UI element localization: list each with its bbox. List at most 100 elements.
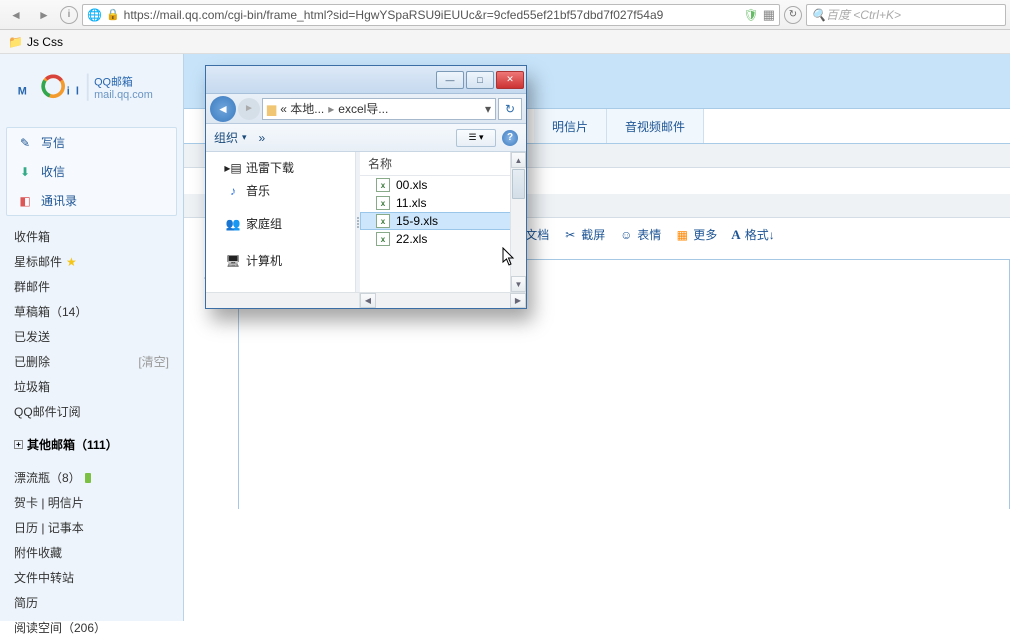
tree-computer[interactable]: 🖥计算机: [206, 249, 355, 272]
star-icon: ★: [66, 255, 77, 269]
file-name: 15-9.xls: [396, 214, 438, 228]
xls-icon: x: [376, 178, 390, 192]
file-item[interactable]: x 22.xls: [360, 230, 526, 248]
more-toolbar[interactable]: »: [259, 131, 266, 145]
receive-action[interactable]: ⬇收信: [7, 157, 176, 186]
scissors-icon: ✂: [563, 228, 577, 242]
contacts-action[interactable]: ◧通讯录: [7, 186, 176, 215]
scroll-left-icon[interactable]: ◀: [360, 293, 376, 308]
folder-sent[interactable]: 已发送: [14, 324, 169, 349]
column-name[interactable]: 名称: [360, 152, 526, 176]
file-name: 22.xls: [396, 232, 427, 246]
xls-icon: x: [376, 214, 390, 228]
scroll-right-icon[interactable]: ▶: [510, 293, 526, 308]
folder-deleted[interactable]: 已删除[清空]: [14, 349, 169, 374]
svg-text:M: M: [18, 85, 27, 97]
close-button[interactable]: ✕: [496, 71, 524, 89]
svg-text:i: i: [67, 85, 70, 97]
emoji[interactable]: ☺表情: [619, 226, 661, 243]
folder-trash[interactable]: 垃圾箱: [14, 374, 169, 399]
computer-icon: 🖥: [226, 254, 240, 268]
calendar[interactable]: 日历 | 记事本: [14, 515, 169, 540]
green-dot-icon: [85, 473, 91, 483]
horizontal-scrollbar[interactable]: ◀ ▶: [206, 292, 526, 308]
pencil-icon: ✎: [17, 136, 33, 150]
file-name: 00.xls: [396, 178, 427, 192]
dialog-breadcrumb[interactable]: ▆ « 本地... ▸ excel导... ▾: [262, 98, 496, 120]
lock-icon: 🔒: [106, 8, 120, 21]
tree-xunlei[interactable]: ▸▤迅雷下载: [206, 156, 355, 179]
more[interactable]: ▦更多: [675, 226, 717, 243]
url-bar[interactable]: 🌐 🔒 https://mail.qq.com/cgi-bin/frame_ht…: [82, 4, 780, 26]
globe-icon: 🌐: [87, 8, 102, 22]
compose-action[interactable]: ✎写信: [7, 128, 176, 157]
folder-group[interactable]: 群邮件: [14, 274, 169, 299]
tab-av-mail[interactable]: 音视频邮件: [607, 109, 704, 143]
maximize-button[interactable]: □: [466, 71, 494, 89]
dialog-back-button[interactable]: ◄: [210, 96, 236, 122]
bottle[interactable]: 漂流瓶（8）: [14, 465, 169, 490]
tree-homegroup[interactable]: 👥家庭组: [206, 212, 355, 235]
scroll-up-icon[interactable]: ▲: [511, 152, 526, 168]
xls-icon: x: [376, 196, 390, 210]
bookmark-item[interactable]: Js Css: [27, 35, 63, 49]
minimize-button[interactable]: —: [436, 71, 464, 89]
svg-text:l: l: [76, 85, 79, 97]
folder-starred[interactable]: 星标邮件★: [14, 249, 169, 274]
dialog-nav: ◄ ► ▆ « 本地... ▸ excel导... ▾ ↻: [206, 94, 526, 124]
file-name: 11.xls: [396, 196, 426, 210]
forward-button[interactable]: ►: [32, 4, 56, 26]
search-placeholder: 百度 <Ctrl+K>: [826, 6, 901, 23]
file-item[interactable]: x 00.xls: [360, 176, 526, 194]
expand-icon: +: [14, 440, 23, 449]
file-item[interactable]: x 15-9.xls: [360, 212, 526, 230]
format[interactable]: A格式↓: [731, 226, 774, 243]
folder-subscribe[interactable]: QQ邮件订阅: [14, 399, 169, 424]
bookmark-bar: 📁 Js Css: [0, 30, 1010, 54]
xls-icon: x: [376, 232, 390, 246]
scroll-thumb[interactable]: [512, 169, 525, 199]
cards[interactable]: 贺卡 | 明信片: [14, 490, 169, 515]
svg-text:mail.qq.com: mail.qq.com: [94, 89, 153, 101]
qr-icon[interactable]: ▦: [763, 7, 775, 23]
other-mailboxes[interactable]: +其他邮箱（111）: [14, 430, 169, 459]
attach-fav[interactable]: 附件收藏: [14, 540, 169, 565]
inbox-icon: ⬇: [17, 165, 33, 179]
tree-music[interactable]: ♪音乐: [206, 179, 355, 202]
screenshot[interactable]: ✂截屏: [563, 226, 605, 243]
shield-icon: 🛡: [743, 8, 758, 22]
file-item[interactable]: x 11.xls: [360, 194, 526, 212]
action-block: ✎写信 ⬇收信 ◧通讯录: [6, 127, 177, 216]
format-icon: A: [731, 227, 740, 243]
url-text: https://mail.qq.com/cgi-bin/frame_html?s…: [124, 8, 740, 22]
file-transfer[interactable]: 文件中转站: [14, 565, 169, 590]
sidebar: M i l QQ邮箱 mail.qq.com ✎写信 ⬇收信 ◧通讯录 收件箱 …: [0, 54, 184, 621]
browser-toolbar: ◄ ► i 🌐 🔒 https://mail.qq.com/cgi-bin/fr…: [0, 0, 1010, 30]
file-list: 名称 x 00.xls x 11.xls x 15-9.xls x 22.xls ▲ ▼: [360, 152, 526, 292]
back-button[interactable]: ◄: [4, 4, 28, 26]
browser-search[interactable]: 🔍 百度 <Ctrl+K>: [806, 4, 1006, 26]
smile-icon: ☺: [619, 228, 633, 242]
organize-button[interactable]: 组织 ▾: [214, 129, 247, 146]
dialog-refresh-button[interactable]: ↻: [498, 98, 522, 120]
help-button[interactable]: ?: [502, 130, 518, 146]
info-button[interactable]: i: [60, 6, 78, 24]
file-open-dialog: — □ ✕ ◄ ► ▆ « 本地... ▸ excel导... ▾ ↻ 组织 ▾…: [205, 65, 527, 309]
tab-postcard[interactable]: 明信片: [534, 109, 607, 143]
clear-link[interactable]: [清空]: [138, 353, 169, 370]
reload-button[interactable]: ↻: [784, 6, 802, 24]
folder-icon: 📁: [8, 35, 23, 49]
vertical-scrollbar[interactable]: ▲ ▼: [510, 152, 526, 292]
dialog-titlebar[interactable]: — □ ✕: [206, 66, 526, 94]
view-button[interactable]: ☰ ▾: [456, 129, 496, 147]
chevron-down-icon[interactable]: ▾: [485, 102, 491, 116]
dialog-forward-button[interactable]: ►: [238, 98, 260, 120]
folder-drafts[interactable]: 草稿箱（14）: [14, 299, 169, 324]
folder-inbox[interactable]: 收件箱: [14, 224, 169, 249]
folder-icon: ▆: [267, 102, 276, 116]
dialog-toolbar: 组织 ▾ » ☰ ▾ ?: [206, 124, 526, 152]
resume[interactable]: 简历: [14, 590, 169, 615]
scroll-down-icon[interactable]: ▼: [511, 276, 526, 292]
music-icon: ♪: [226, 184, 240, 198]
read-space[interactable]: 阅读空间（206）: [14, 615, 169, 640]
